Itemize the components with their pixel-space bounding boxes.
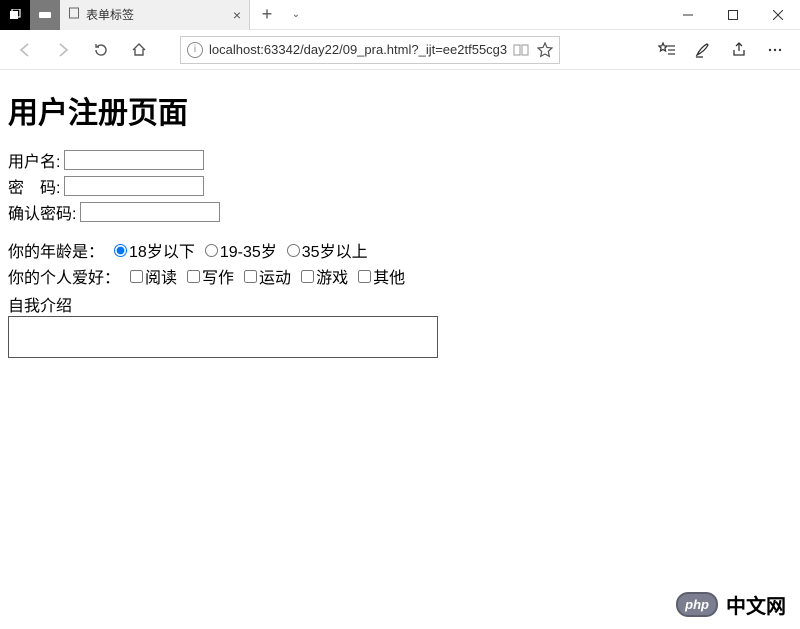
close-window-button[interactable] [755, 0, 800, 30]
hobby-checkbox-group: 阅读 写作 运动 游戏 其他 [130, 264, 413, 288]
age-radio[interactable] [114, 244, 127, 257]
reading-view-icon[interactable] [513, 43, 529, 57]
app-icon-2[interactable] [30, 0, 60, 30]
minimize-button[interactable] [665, 0, 710, 30]
info-icon[interactable]: i [187, 42, 203, 58]
hobby-checkbox[interactable] [244, 270, 257, 283]
hobby-option[interactable]: 运动 [244, 264, 291, 288]
browser-tab[interactable]: 表单标签 × [60, 0, 250, 30]
hobby-option[interactable]: 写作 [187, 264, 234, 288]
hobby-option-label: 阅读 [145, 264, 177, 288]
hobby-checkbox[interactable] [130, 270, 143, 283]
hobby-checkbox[interactable] [358, 270, 371, 283]
row-username: 用户名: [8, 148, 792, 172]
age-option-label: 19-35岁 [220, 238, 277, 262]
age-radio-group: 18岁以下 19-35岁 35岁以上 [114, 238, 376, 262]
address-bar: i localhost:63342/day22/09_pra.html?_ijt… [0, 30, 800, 70]
confirm-password-input[interactable] [80, 202, 220, 222]
page-content: 用户注册页面 用户名: 密 码: 确认密码: 你的年龄是： 18岁以下 19-35… [0, 70, 800, 368]
age-label: 你的年龄是： [8, 238, 104, 262]
username-label: 用户名: [8, 148, 60, 172]
back-button[interactable] [8, 33, 42, 67]
titlebar-left: 表单标签 × + ⌄ [0, 0, 308, 29]
age-radio[interactable] [205, 244, 218, 257]
close-tab-icon[interactable]: × [233, 7, 241, 23]
forward-button[interactable] [46, 33, 80, 67]
window-titlebar: 表单标签 × + ⌄ [0, 0, 800, 30]
age-option-label: 18岁以下 [129, 238, 195, 262]
row-age: 你的年龄是： 18岁以下 19-35岁 35岁以上 [8, 238, 792, 262]
favorites-list-icon[interactable] [650, 33, 684, 67]
age-option[interactable]: 19-35岁 [205, 238, 277, 262]
maximize-button[interactable] [710, 0, 755, 30]
page-heading: 用户注册页面 [8, 88, 792, 132]
username-input[interactable] [64, 150, 204, 170]
hobby-option[interactable]: 其他 [358, 264, 405, 288]
document-icon [68, 7, 80, 22]
favorite-star-icon[interactable] [537, 42, 553, 58]
url-text: localhost:63342/day22/09_pra.html?_ijt=e… [209, 42, 507, 57]
hobby-checkbox[interactable] [301, 270, 314, 283]
confirm-password-label: 确认密码: [8, 200, 76, 224]
row-hobby: 你的个人爱好： 阅读 写作 运动 游戏 其他 [8, 264, 792, 288]
watermark-text: 中文网 [726, 590, 786, 619]
share-icon[interactable] [722, 33, 756, 67]
notes-icon[interactable] [686, 33, 720, 67]
hobby-option-label: 游戏 [316, 264, 348, 288]
row-confirm: 确认密码: [8, 200, 792, 224]
age-option[interactable]: 35岁以上 [287, 238, 368, 262]
hobby-checkbox[interactable] [187, 270, 200, 283]
hobby-option-label: 运动 [259, 264, 291, 288]
app-icon-1[interactable] [0, 0, 30, 30]
password-label: 密 码: [8, 174, 60, 198]
more-icon[interactable] [758, 33, 792, 67]
age-option-label: 35岁以上 [302, 238, 368, 262]
row-password: 密 码: [8, 174, 792, 198]
php-logo: php [676, 592, 718, 617]
password-input[interactable] [64, 176, 204, 196]
intro-textarea[interactable] [8, 316, 438, 358]
home-button[interactable] [122, 33, 156, 67]
watermark: php 中文网 [676, 590, 786, 619]
url-input[interactable]: i localhost:63342/day22/09_pra.html?_ijt… [180, 36, 560, 64]
hobby-option[interactable]: 阅读 [130, 264, 177, 288]
hobby-option-label: 其他 [373, 264, 405, 288]
hobby-option-label: 写作 [202, 264, 234, 288]
tab-chevron-icon[interactable]: ⌄ [284, 9, 308, 20]
age-radio[interactable] [287, 244, 300, 257]
hobby-label: 你的个人爱好： [8, 264, 120, 288]
age-option[interactable]: 18岁以下 [114, 238, 195, 262]
refresh-button[interactable] [84, 33, 118, 67]
tab-title: 表单标签 [86, 6, 227, 23]
new-tab-button[interactable]: + [250, 4, 284, 25]
hobby-option[interactable]: 游戏 [301, 264, 348, 288]
intro-label: 自我介绍 [8, 292, 792, 316]
window-controls [665, 0, 800, 29]
